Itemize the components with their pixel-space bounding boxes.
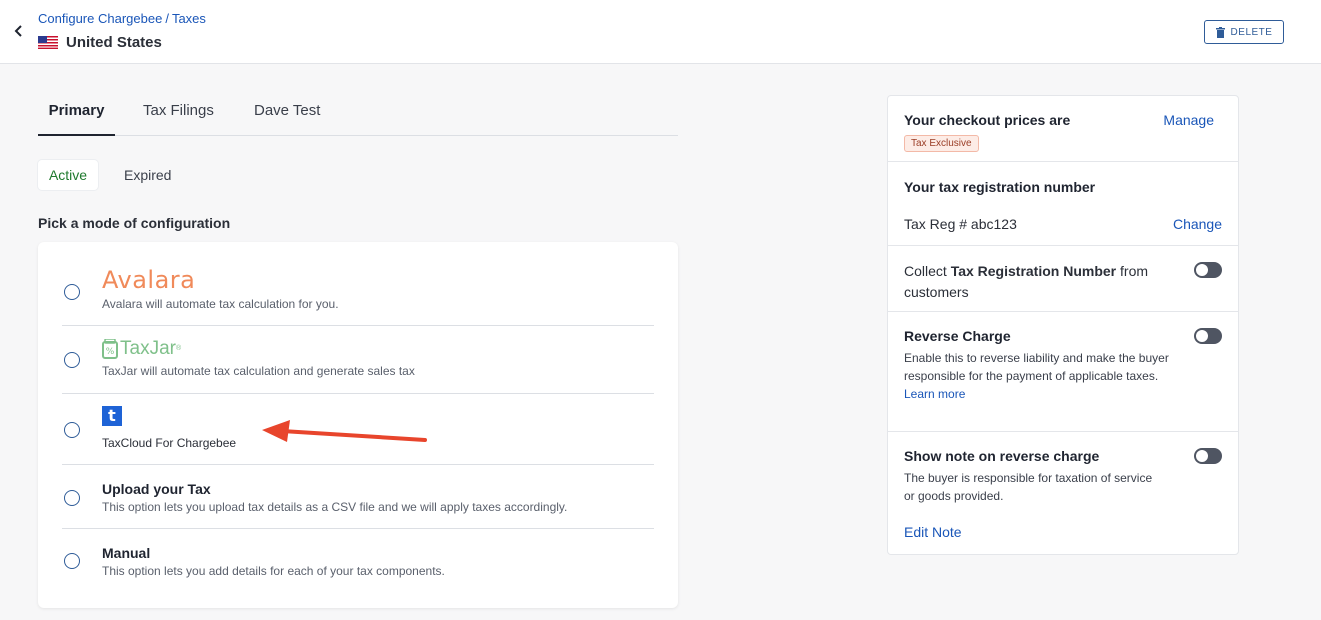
option-description: TaxCloud For Chargebee bbox=[102, 436, 237, 450]
option-body: Manual This option lets you add details … bbox=[102, 545, 445, 578]
option-taxjar[interactable]: % TaxJar ® TaxJar will automate tax calcu… bbox=[62, 326, 654, 394]
tab-dave-test[interactable]: Dave Test bbox=[254, 92, 320, 136]
collect-bold: Tax Registration Number bbox=[950, 263, 1117, 279]
svg-text:%: % bbox=[106, 347, 115, 357]
option-body: Avalara Avalara will automate tax calcul… bbox=[102, 268, 339, 311]
option-description: This option lets you add details for eac… bbox=[102, 564, 445, 578]
option-body: Upload your Tax This option lets you upl… bbox=[102, 481, 567, 514]
checkout-prices-section: Your checkout prices are Manage Tax Excl… bbox=[888, 96, 1238, 162]
option-description: TaxJar will automate tax calculation and… bbox=[102, 364, 415, 378]
avalara-logo: Avalara bbox=[102, 266, 196, 294]
show-note-toggle[interactable] bbox=[1194, 448, 1222, 464]
title-row: United States bbox=[38, 34, 162, 51]
reverse-charge-note-section: Show note on reverse charge The buyer is… bbox=[888, 432, 1238, 554]
option-body: t TaxCloud For Chargebee bbox=[102, 406, 236, 450]
taxcloud-logo: t bbox=[102, 406, 122, 426]
chevron-left-icon bbox=[14, 25, 22, 37]
registration-value: Tax Reg # abc123 bbox=[904, 216, 1017, 232]
reverse-charge-desc-text: Enable this to reverse liability and mak… bbox=[904, 351, 1169, 383]
option-manual[interactable]: Manual This option lets you add details … bbox=[62, 529, 654, 593]
radio-taxcloud[interactable] bbox=[64, 422, 80, 438]
tax-settings-panel: Your checkout prices are Manage Tax Excl… bbox=[887, 95, 1239, 555]
section-title: Pick a mode of configuration bbox=[38, 215, 231, 231]
reverse-charge-section: Reverse Charge Enable this to reverse li… bbox=[888, 312, 1238, 432]
taxjar-jar-icon: % bbox=[102, 339, 118, 359]
filter-expired[interactable]: Expired bbox=[124, 160, 171, 190]
note-description: The buyer is responsible for taxation of… bbox=[904, 471, 1153, 503]
tax-exclusive-badge-wrap: Tax Exclusive bbox=[904, 133, 979, 152]
breadcrumb-separator: / bbox=[165, 11, 169, 26]
tab-primary[interactable]: Primary bbox=[38, 92, 115, 136]
collect-prefix: Collect bbox=[904, 263, 951, 279]
option-upload-tax[interactable]: Upload your Tax This option lets you upl… bbox=[62, 465, 654, 529]
option-title: Upload your Tax bbox=[102, 481, 211, 497]
radio-avalara[interactable] bbox=[64, 284, 80, 300]
reverse-charge-toggle[interactable] bbox=[1194, 328, 1222, 344]
registered-mark: ® bbox=[175, 345, 182, 352]
option-body: % TaxJar ® TaxJar will automate tax calcu… bbox=[102, 338, 415, 378]
taxjar-logo: % TaxJar ® bbox=[102, 338, 415, 360]
radio-manual[interactable] bbox=[64, 553, 80, 569]
collect-registration-section: Collect Tax Registration Number from cus… bbox=[888, 246, 1238, 312]
tax-registration-section: Your tax registration number Tax Reg # a… bbox=[888, 162, 1238, 246]
collect-registration-toggle[interactable] bbox=[1194, 262, 1222, 278]
us-flag-icon bbox=[38, 36, 58, 49]
trash-icon bbox=[1215, 26, 1225, 38]
annotation-arrow-icon bbox=[262, 420, 427, 442]
delete-button[interactable]: DELETE bbox=[1204, 20, 1284, 44]
breadcrumb-taxes[interactable]: Taxes bbox=[172, 11, 206, 26]
option-avalara[interactable]: Avalara Avalara will automate tax calcul… bbox=[62, 254, 654, 326]
manage-link[interactable]: Manage bbox=[1163, 112, 1214, 128]
radio-taxjar[interactable] bbox=[64, 352, 80, 368]
page-header: Configure Chargebee / Taxes United States … bbox=[0, 0, 1321, 64]
breadcrumb-configure-chargebee[interactable]: Configure Chargebee bbox=[38, 11, 162, 26]
page-title: United States bbox=[66, 34, 162, 51]
filter-active[interactable]: Active bbox=[38, 160, 98, 190]
reverse-charge-title: Reverse Charge bbox=[904, 328, 1011, 344]
radio-upload-tax[interactable] bbox=[64, 490, 80, 506]
back-button[interactable] bbox=[10, 22, 28, 40]
option-description: Avalara will automate tax calculation fo… bbox=[102, 297, 339, 311]
tab-bar: Primary Tax Filings Dave Test bbox=[38, 92, 678, 136]
delete-label: DELETE bbox=[1230, 26, 1273, 38]
breadcrumb: Configure Chargebee / Taxes bbox=[38, 11, 206, 26]
change-link[interactable]: Change bbox=[1173, 216, 1222, 232]
note-title: Show note on reverse charge bbox=[904, 448, 1100, 464]
tax-exclusive-badge: Tax Exclusive bbox=[904, 135, 979, 152]
edit-note-link[interactable]: Edit Note bbox=[904, 524, 962, 540]
reverse-charge-description: Enable this to reverse liability and mak… bbox=[904, 349, 1184, 403]
option-description: This option lets you upload tax details … bbox=[102, 500, 568, 514]
tab-tax-filings[interactable]: Tax Filings bbox=[143, 92, 214, 136]
option-title: Manual bbox=[102, 545, 151, 561]
learn-more-link[interactable]: Learn more bbox=[904, 387, 965, 401]
taxjar-wordmark: TaxJar bbox=[120, 338, 176, 359]
checkout-title: Your checkout prices are bbox=[904, 112, 1071, 128]
registration-title: Your tax registration number bbox=[904, 179, 1096, 195]
collect-registration-text: Collect Tax Registration Number from cus… bbox=[904, 261, 1174, 303]
